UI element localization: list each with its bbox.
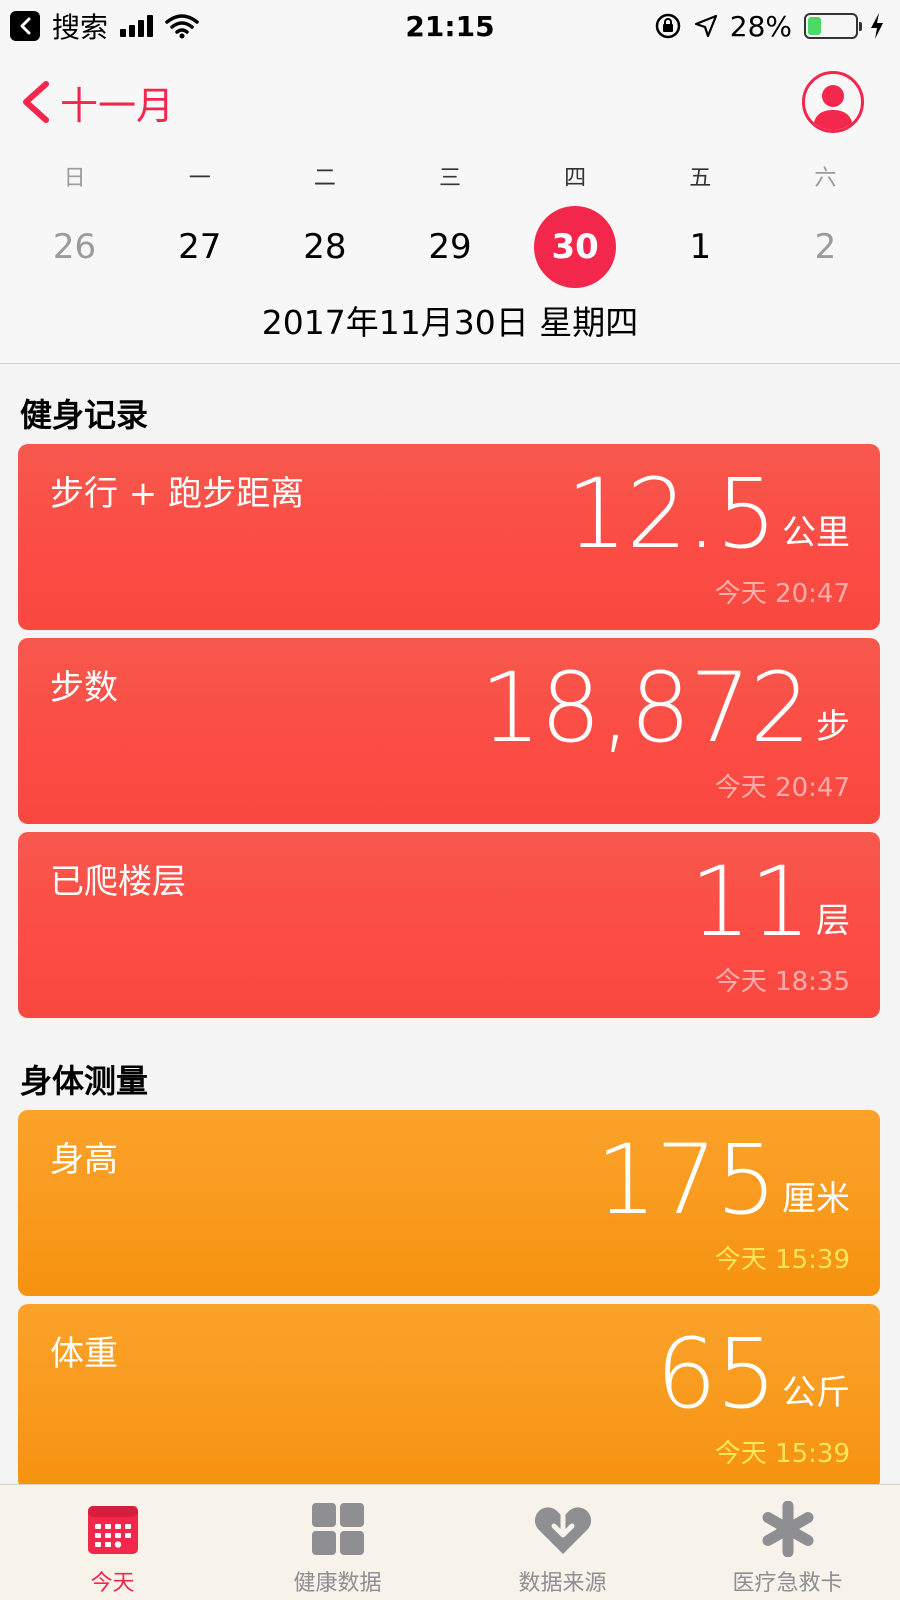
date-cell[interactable]: 1 xyxy=(659,206,741,288)
card-timestamp: 今天 15:39 xyxy=(714,1439,850,1469)
tab-medical-id[interactable]: 医疗急救卡 xyxy=(675,1485,900,1600)
flights-climbed-card[interactable]: 已爬楼层 11 层 今天 18:35 xyxy=(18,832,880,1018)
card-timestamp: 今天 15:39 xyxy=(714,1245,850,1275)
date-cell[interactable]: 29 xyxy=(409,206,491,288)
weekday-row: 日 一 二 三 四 五 六 xyxy=(12,160,888,192)
status-bar-left: 搜索 xyxy=(10,6,199,46)
card-timestamp: 今天 20:47 xyxy=(714,579,850,609)
fitness-section-title: 健身记录 xyxy=(20,396,149,434)
card-value-number: 18,872 xyxy=(480,652,811,764)
charging-icon xyxy=(871,13,883,39)
weekday-label: 一 xyxy=(188,166,211,191)
card-label: 体重 xyxy=(50,1334,118,1374)
weekday-label: 四 xyxy=(564,166,587,191)
tab-label: 医疗急救卡 xyxy=(732,1571,843,1596)
main-content[interactable]: 健身记录 步行 + 跑步距离 12.5 公里 今天 20:47 步数 18,87… xyxy=(0,364,900,1484)
rotation-lock-icon xyxy=(655,13,681,39)
card-value-number: 11 xyxy=(689,846,811,958)
nav-row: 十一月 xyxy=(18,70,864,134)
weekday-label: 五 xyxy=(689,166,712,191)
weekday-label: 日 xyxy=(63,166,86,191)
date-cell[interactable]: 26 xyxy=(34,206,116,288)
cellular-signal-icon xyxy=(120,15,154,37)
calendar-icon xyxy=(83,1499,143,1559)
tab-label: 数据来源 xyxy=(518,1571,607,1596)
card-value-number: 12.5 xyxy=(566,458,777,570)
tab-sources[interactable]: 数据来源 xyxy=(450,1485,675,1600)
back-month-label: 十一月 xyxy=(60,83,175,128)
card-value-number: 175 xyxy=(595,1124,777,1236)
card-value: 11 层 xyxy=(690,852,850,952)
weekday-label: 二 xyxy=(313,166,336,191)
date-cell[interactable]: 2 xyxy=(784,206,866,288)
date-cell[interactable]: 28 xyxy=(284,206,366,288)
card-value-number: 65 xyxy=(655,1318,777,1430)
tab-bar: 今天 健康数据 数据来源 医疗急救卡 xyxy=(0,1484,900,1600)
profile-avatar-button[interactable] xyxy=(802,71,864,133)
battery-percent: 28% xyxy=(729,9,792,43)
back-month-button[interactable]: 十一月 xyxy=(18,75,174,130)
card-label: 已爬楼层 xyxy=(50,862,186,902)
card-value: 18,872 步 xyxy=(480,658,850,758)
body-measurements-section-title: 身体测量 xyxy=(20,1062,149,1100)
date-row: 26 27 28 29 30 1 2 xyxy=(12,206,888,288)
status-bar: 搜索 21:15 28% xyxy=(0,0,900,52)
grid-icon xyxy=(308,1499,368,1559)
card-value: 175 厘米 xyxy=(596,1130,850,1230)
date-cell-selected[interactable]: 30 xyxy=(534,206,617,288)
date-cell[interactable]: 27 xyxy=(159,206,241,288)
selected-date-title: 2017年11月30日 星期四 xyxy=(261,303,639,342)
tab-health-data[interactable]: 健康数据 xyxy=(225,1485,450,1600)
tab-label: 健康数据 xyxy=(293,1571,382,1596)
card-value-unit: 步 xyxy=(816,707,850,747)
calendar-header: 十一月 日 一 二 三 四 五 六 26 27 28 29 30 1 2 201… xyxy=(0,52,900,364)
profile-icon xyxy=(813,85,853,130)
asterisk-icon xyxy=(758,1499,818,1559)
battery-level xyxy=(808,17,821,35)
card-timestamp: 今天 18:35 xyxy=(714,967,850,997)
chevron-left-icon xyxy=(23,81,49,123)
status-bar-right: 28% xyxy=(654,10,884,43)
card-value: 65 公斤 xyxy=(656,1324,850,1424)
card-timestamp: 今天 20:47 xyxy=(714,773,850,803)
heart-download-icon xyxy=(533,1499,593,1559)
weekday-label: 三 xyxy=(438,166,461,191)
back-to-app-label[interactable]: 搜索 xyxy=(52,6,108,46)
card-label: 步数 xyxy=(50,668,118,708)
card-value: 12.5 公里 xyxy=(566,464,850,564)
card-label: 身高 xyxy=(50,1140,118,1180)
tab-label: 今天 xyxy=(90,1571,135,1596)
back-to-app-icon[interactable] xyxy=(10,11,40,41)
card-value-unit: 层 xyxy=(816,901,850,941)
height-card[interactable]: 身高 175 厘米 今天 15:39 xyxy=(18,1110,880,1296)
card-value-unit: 公斤 xyxy=(782,1373,850,1413)
card-value-unit: 公里 xyxy=(782,513,850,553)
battery-icon xyxy=(804,13,862,39)
location-icon xyxy=(694,14,717,38)
card-label: 步行 + 跑步距离 xyxy=(50,474,305,514)
tab-today[interactable]: 今天 xyxy=(0,1485,225,1600)
steps-card[interactable]: 步数 18,872 步 今天 20:47 xyxy=(18,638,880,824)
weight-card[interactable]: 体重 65 公斤 今天 15:39 xyxy=(18,1304,880,1484)
walking-running-distance-card[interactable]: 步行 + 跑步距离 12.5 公里 今天 20:47 xyxy=(18,444,880,630)
wifi-icon xyxy=(165,14,199,39)
card-value-unit: 厘米 xyxy=(782,1179,850,1219)
weekday-label: 六 xyxy=(814,166,837,191)
